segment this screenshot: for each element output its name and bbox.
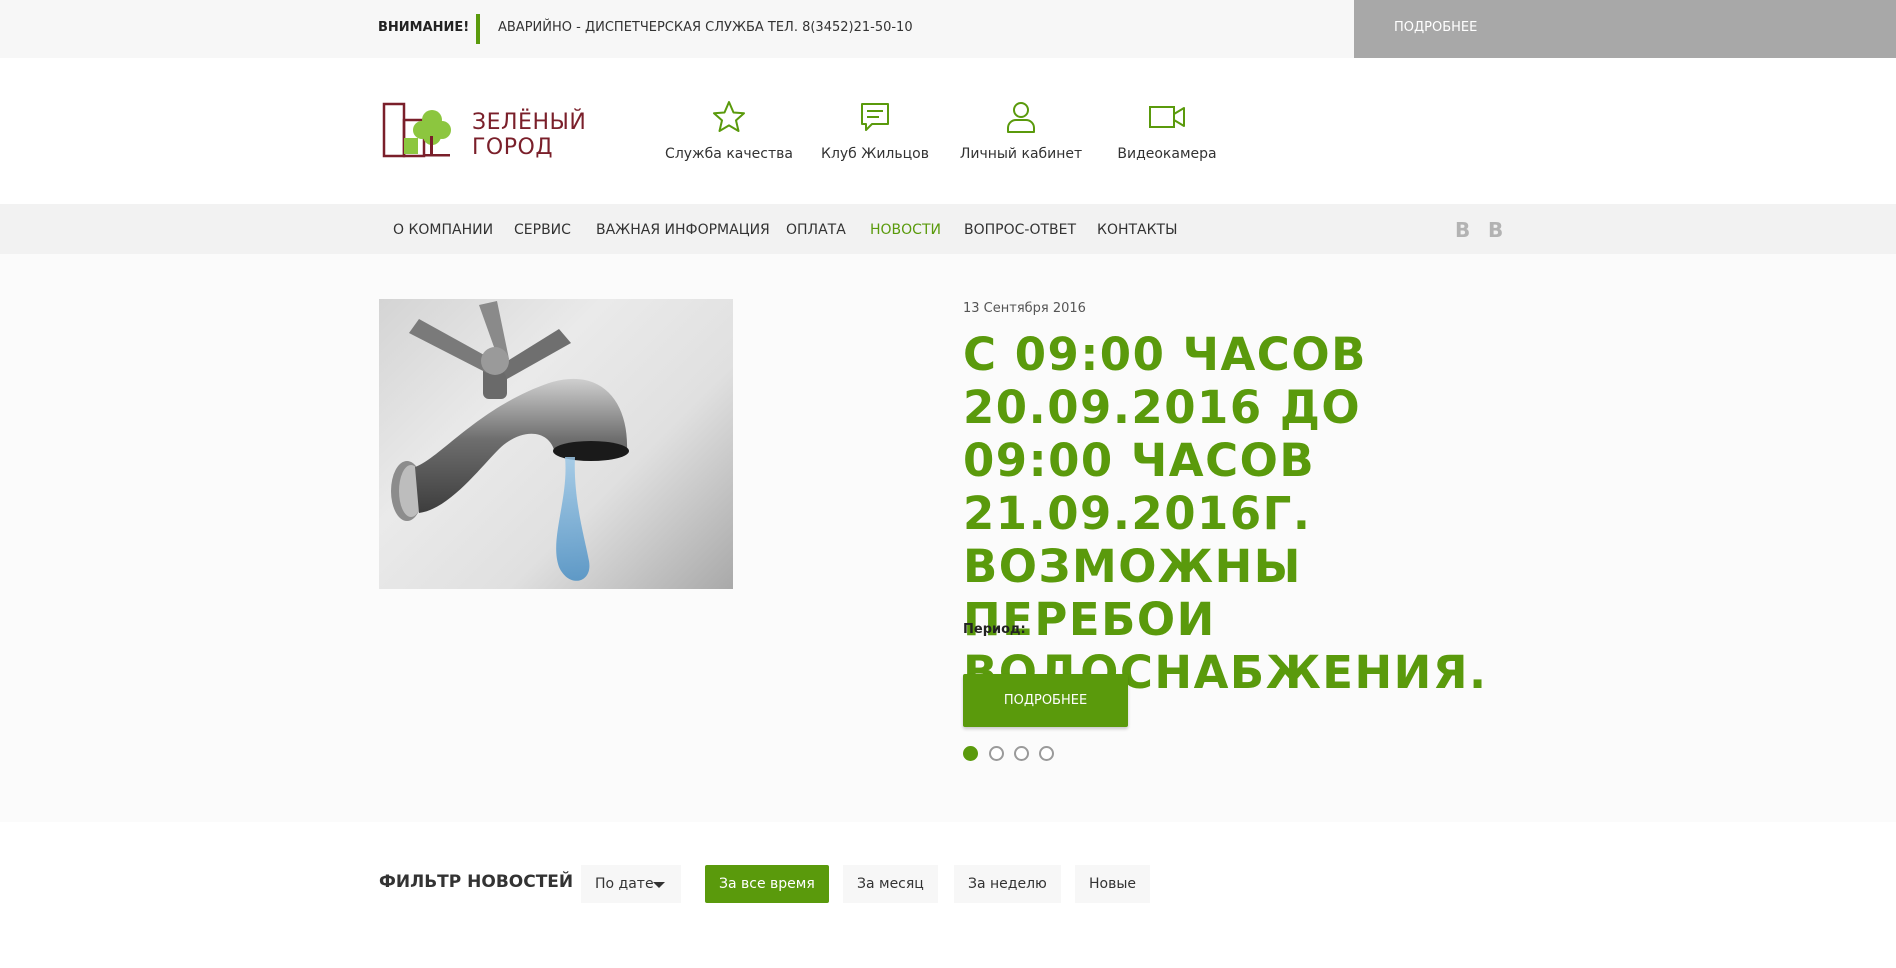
slider-dot-4[interactable] — [1039, 746, 1054, 761]
slider-dot-3[interactable] — [1014, 746, 1029, 761]
nav-item-news[interactable]: НОВОСТИ — [870, 222, 941, 238]
sort-select-value: По дате — [595, 876, 654, 892]
slide-title[interactable]: С 09:00 ЧАСОВ 20.09.2016 ДО 09:00 ЧАСОВ … — [963, 328, 1523, 699]
slide-period-label: Период: — [963, 622, 1026, 637]
quick-link-label: Служба качества — [665, 146, 793, 162]
alert-more-button[interactable]: ПОДРОБНЕЕ — [1354, 0, 1896, 58]
quick-link-club[interactable]: Клуб Жильцов — [800, 100, 950, 162]
quick-link-quality[interactable]: Служба качества — [654, 100, 804, 162]
filter-week[interactable]: За неделю — [954, 865, 1061, 903]
nav-item-service[interactable]: СЕРВИС — [514, 222, 571, 238]
faucet-image — [391, 301, 629, 581]
quick-link-label: Клуб Жильцов — [821, 146, 929, 162]
quick-link-label: Личный кабинет — [959, 146, 1083, 162]
main-nav: О КОМПАНИИ СЕРВИС ВАЖНАЯ ИНФОРМАЦИЯ ОПЛА… — [0, 204, 1896, 254]
nav-item-company[interactable]: О КОМПАНИИ — [393, 222, 493, 238]
slide-more-button[interactable]: ПОДРОБНЕЕ — [963, 674, 1128, 727]
logo-line-2: ГОРОД — [472, 135, 554, 160]
filter-new[interactable]: Новые — [1075, 865, 1151, 903]
slider-dot-2[interactable] — [989, 746, 1004, 761]
sort-select[interactable]: По дате — [581, 865, 681, 903]
alert-label: ВНИМАНИЕ! — [378, 20, 470, 35]
chat-icon — [861, 103, 889, 131]
caret-down-icon — [653, 882, 665, 888]
user-icon — [1007, 102, 1035, 133]
filter-month[interactable]: За месяц — [843, 865, 938, 903]
filter-all-time[interactable]: За все время — [705, 865, 829, 903]
vk-icon[interactable]: В — [1488, 218, 1503, 242]
nav-item-payment[interactable]: ОПЛАТА — [786, 222, 846, 238]
vk-icon[interactable]: В — [1455, 218, 1470, 242]
nav-item-important-info[interactable]: ВАЖНАЯ ИНФОРМАЦИЯ — [596, 222, 770, 238]
filter-title: ФИЛЬТР НОВОСТЕЙ — [379, 872, 574, 892]
alert-text: АВАРИЙНО - ДИСПЕТЧЕРСКАЯ СЛУЖБА ТЕЛ. 8(3… — [498, 20, 913, 35]
news-slider — [0, 254, 1896, 822]
slide-date: 13 Сентября 2016 — [963, 301, 1086, 316]
nav-item-faq[interactable]: ВОПРОС-ОТВЕТ — [964, 222, 1076, 238]
slide-image[interactable] — [379, 299, 733, 589]
logo-tree-icon — [382, 102, 451, 158]
quick-link-label: Видеокамера — [1117, 146, 1217, 162]
video-camera-icon — [1149, 106, 1185, 128]
alert-bar: ВНИМАНИЕ! АВАРИЙНО - ДИСПЕТЧЕРСКАЯ СЛУЖБ… — [0, 0, 1896, 58]
nav-item-contacts[interactable]: КОНТАКТЫ — [1097, 222, 1177, 238]
logo-line-1: ЗЕЛЁНЫЙ — [472, 110, 587, 135]
slider-dot-1[interactable] — [963, 746, 978, 761]
star-icon — [713, 101, 745, 132]
quick-link-camera[interactable]: Видеокамера — [1092, 100, 1242, 162]
logo-text[interactable]: ЗЕЛЁНЫЙ ГОРОД — [472, 110, 586, 160]
alert-divider — [476, 14, 480, 44]
quick-link-cabinet[interactable]: Личный кабинет — [946, 100, 1096, 162]
